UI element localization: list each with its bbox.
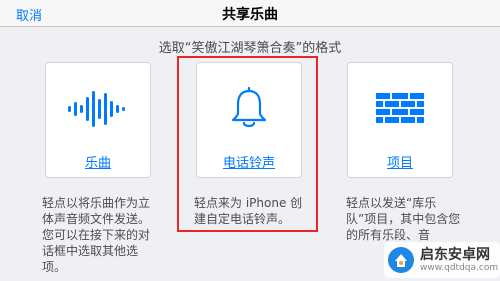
project-format-label[interactable]: 项目 xyxy=(348,152,452,171)
project-format-card[interactable]: 项目 xyxy=(347,62,453,178)
ringtone-format-label[interactable]: 电话铃声 xyxy=(197,152,301,171)
navigation-bar: 取消 共享乐曲 xyxy=(0,0,500,27)
bell-icon xyxy=(197,85,301,133)
waveform-icon xyxy=(46,85,150,133)
music-format-label[interactable]: 乐曲 xyxy=(46,152,150,171)
site-watermark: 启东安卓网 www.qdtdqa.com xyxy=(384,242,500,278)
ringtone-format-card[interactable]: 电话铃声 xyxy=(196,62,302,178)
page-title: 共享乐曲 xyxy=(222,7,278,23)
ringtone-format-description: 轻点来为 iPhone 创建自定电话铃声。 xyxy=(194,196,303,226)
watermark-logo-icon xyxy=(388,247,414,273)
watermark-name: 启东安卓网 xyxy=(420,246,490,263)
project-format-description: 轻点以发送“库乐队”项目，其中包含您的所有乐段、音 xyxy=(346,196,461,242)
music-format-card[interactable]: 乐曲 xyxy=(45,62,151,178)
format-prompt: 选取“笑傲江湖琴箫合奏”的格式 xyxy=(158,41,342,56)
music-format-description: 轻点以将乐曲作为立体声音频文件发送。您可以在接下来的对话框中选取其他选项。 xyxy=(42,196,151,274)
watermark-url: www.qdtdqa.com xyxy=(420,262,499,273)
brick-wall-icon xyxy=(348,85,452,133)
